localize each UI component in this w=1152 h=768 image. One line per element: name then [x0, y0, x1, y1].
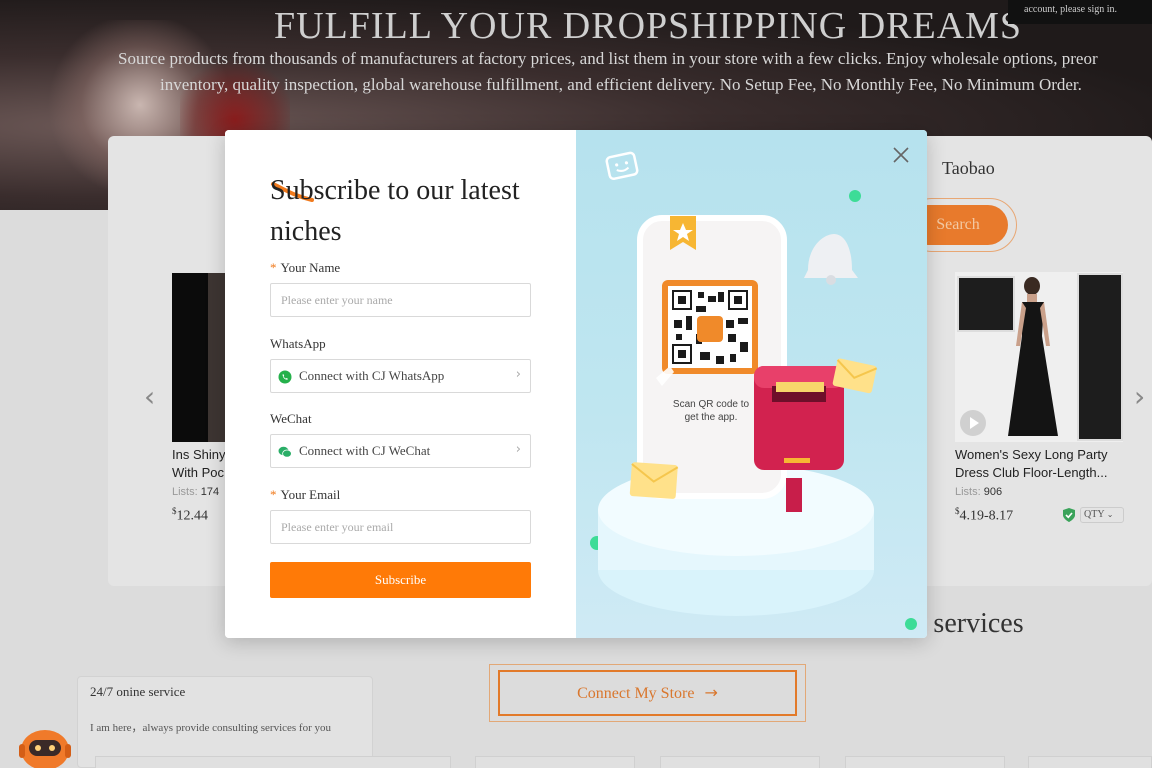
required-mark: * [270, 487, 277, 502]
wechat-label: WeChat [270, 411, 312, 426]
service-card[interactable] [660, 756, 820, 768]
product-name-line-1[interactable]: Ins Shiny [172, 446, 225, 464]
arrow-right-icon: → [704, 683, 718, 702]
hero-subtitle: Source products from thousands of manufa… [118, 46, 1152, 98]
connect-wechat-label: Connect with CJ WeChat [299, 443, 431, 458]
hero-subtitle-line-1: Source products from thousands of manufa… [118, 49, 1098, 68]
modal-title: Subscribe to our latest niches [270, 175, 520, 247]
product-price: $12.44 [172, 506, 208, 525]
qty-label: QTY [1084, 509, 1105, 520]
whatsapp-icon [278, 370, 292, 384]
shield-check-icon [1063, 508, 1075, 522]
close-icon[interactable] [892, 146, 910, 164]
hero-title: FULFILL YOUR DROPSHIPPING DREAMS [273, 5, 1023, 47]
services-heading: e services [914, 608, 1024, 639]
email-input[interactable] [270, 510, 531, 544]
chevron-right-icon: › [515, 367, 521, 382]
chat-message: I am here，always provide consulting serv… [90, 722, 332, 734]
carousel-prev-icon[interactable]: ‹ [144, 380, 155, 413]
price-value: 4.19-8.17 [959, 508, 1014, 524]
price-value: 12.44 [176, 508, 209, 524]
hero-subtitle-line-2: inventory, quality inspection, global wa… [160, 75, 1082, 94]
lists-label: Lists: [955, 486, 981, 498]
product-image[interactable] [172, 273, 228, 442]
service-card[interactable] [95, 756, 451, 768]
whatsapp-label: WhatsApp [270, 336, 326, 351]
product-lists: Lists: 174 [172, 486, 219, 498]
connect-store-button[interactable]: Connect My Store → [498, 670, 797, 716]
connect-whatsapp-label: Connect with CJ WhatsApp [299, 368, 445, 383]
lists-value: 906 [983, 486, 1003, 498]
connect-store-label: Connect My Store [577, 685, 695, 702]
lists-value: 174 [200, 486, 220, 498]
scan-qr-text: Scan QR code to get the app. [672, 399, 750, 423]
subscribe-modal: Subscribe to our latest niches * Your Nam… [225, 130, 927, 638]
service-card[interactable] [475, 756, 635, 768]
chat-title: 24/7 onine service [90, 684, 186, 699]
connect-whatsapp-button[interactable]: Connect with CJ WhatsApp › [270, 359, 531, 393]
chevron-down-icon: ⌄ [1106, 510, 1114, 519]
lists-label: Lists: [172, 486, 198, 498]
product-name-line-2[interactable]: Dress Club Floor-Length... [955, 464, 1107, 482]
product-price: $4.19-8.17 [955, 506, 1013, 525]
name-input[interactable] [270, 283, 531, 317]
dress-photo [1008, 277, 1058, 436]
chevron-right-icon: › [515, 442, 521, 457]
name-label: * Your Name [270, 260, 340, 276]
tab-taobao[interactable]: Taobao [942, 158, 995, 179]
signin-notice[interactable]: account, please sign in. [1008, 0, 1152, 24]
robot-assistant-icon[interactable] [16, 724, 74, 768]
carousel-next-icon[interactable]: › [1134, 380, 1145, 413]
name-label-text: Your Name [280, 260, 341, 275]
wechat-icon [278, 446, 292, 458]
qr-app-illustration [590, 151, 917, 630]
product-name-line-2[interactable]: With Poc [172, 464, 224, 482]
service-card[interactable] [845, 756, 1005, 768]
subscribe-button[interactable]: Subscribe [270, 562, 531, 598]
connect-wechat-button[interactable]: Connect with CJ WeChat › [270, 434, 531, 468]
play-icon[interactable] [960, 410, 986, 436]
subscribe-form: Subscribe to our latest niches * Your Nam… [225, 130, 576, 638]
email-label: * Your Email [270, 487, 340, 503]
required-mark: * [270, 260, 277, 275]
app-promo-illustration: Scan QR code to get the app. [576, 130, 927, 638]
qty-select[interactable]: QTY ⌄ [1080, 507, 1124, 523]
product-thumbnail[interactable] [1077, 273, 1123, 441]
product-lists: Lists: 906 [955, 486, 1002, 498]
email-label-text: Your Email [280, 487, 341, 502]
product-name-line-1[interactable]: Women's Sexy Long Party [955, 446, 1108, 464]
service-card[interactable] [1028, 756, 1152, 768]
